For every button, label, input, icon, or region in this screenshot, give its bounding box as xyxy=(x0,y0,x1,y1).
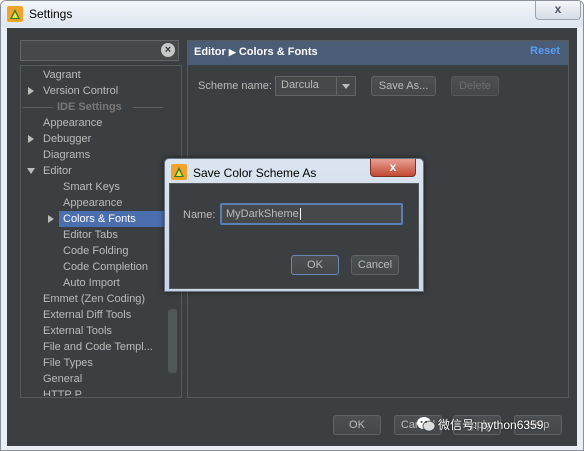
tree-item-general[interactable]: General xyxy=(43,371,82,387)
reset-link[interactable]: Reset xyxy=(530,45,560,57)
dialog-cancel-button[interactable]: Cancel xyxy=(351,255,399,275)
expand-arrow-icon[interactable] xyxy=(28,87,34,95)
breadcrumb: Editor ▶ Colors & Fonts xyxy=(194,46,318,58)
window-title: Settings xyxy=(29,7,73,21)
watermark-text: 微信号: python6359 xyxy=(438,418,544,432)
breadcrumb-current: Colors & Fonts xyxy=(238,46,318,58)
tree-scrollbar[interactable] xyxy=(168,309,177,373)
window-close-button[interactable]: x xyxy=(535,1,581,20)
save-as-button[interactable]: Save As... xyxy=(371,76,436,96)
tree-item-auto-import[interactable]: Auto Import xyxy=(63,275,120,291)
wechat-logo-icon xyxy=(417,417,436,432)
scheme-name-select[interactable]: Darcula xyxy=(275,76,356,96)
settings-search-input[interactable]: × xyxy=(20,40,179,61)
tree-item-diagrams[interactable]: Diagrams xyxy=(43,147,90,163)
section-divider xyxy=(23,107,53,108)
tree-item-colors-fonts[interactable]: Colors & Fonts xyxy=(59,211,167,227)
tree-item-version-control[interactable]: Version Control xyxy=(43,83,118,99)
breadcrumb-arrow-icon: ▶ xyxy=(228,47,236,57)
tree-item-appearance[interactable]: Appearance xyxy=(43,115,102,131)
app-logo-icon xyxy=(7,6,23,22)
dialog-ok-button[interactable]: OK xyxy=(291,255,339,275)
dialog-title: Save Color Scheme As xyxy=(193,166,317,180)
settings-tree: Vagrant Version Control IDE Settings App… xyxy=(20,65,182,398)
chevron-down-icon xyxy=(342,84,350,89)
tree-item-vagrant[interactable]: Vagrant xyxy=(43,67,81,83)
tree-item-http-proxy[interactable]: HTTP P... xyxy=(43,387,90,396)
collapse-arrow-icon[interactable] xyxy=(27,168,35,174)
tree-item-external-tools[interactable]: External Tools xyxy=(43,323,112,339)
scheme-name-value: Darcula xyxy=(281,79,319,91)
tree-item-editor-tabs[interactable]: Editor Tabs xyxy=(63,227,118,243)
tree-item-file-code-templates[interactable]: File and Code Templ... xyxy=(43,339,153,355)
expand-arrow-icon[interactable] xyxy=(28,135,34,143)
text-caret xyxy=(299,208,301,221)
name-input-text: MyDarkSheme xyxy=(226,208,299,220)
tree-item-code-completion[interactable]: Code Completion xyxy=(63,259,148,275)
tree-item-editor-appearance[interactable]: Appearance xyxy=(63,195,122,211)
scheme-name-input[interactable]: MyDarkSheme xyxy=(220,203,403,225)
name-input-value: MyDarkSheme xyxy=(226,208,301,221)
delete-button: Delete xyxy=(451,76,499,96)
dialog-close-button[interactable]: x xyxy=(370,159,416,177)
panel-header: Editor ▶ Colors & Fonts Reset xyxy=(188,41,568,65)
combo-separator xyxy=(336,77,337,95)
tree-item-smart-keys[interactable]: Smart Keys xyxy=(63,179,120,195)
save-color-scheme-dialog: Save Color Scheme As x Name: MyDarkSheme… xyxy=(164,158,424,292)
title-bar: Settings x xyxy=(1,1,583,27)
tree-item-emmet[interactable]: Emmet (Zen Coding) xyxy=(43,291,145,307)
tree-item-external-diff-tools[interactable]: External Diff Tools xyxy=(43,307,131,323)
section-divider xyxy=(133,107,163,108)
dialog-body: Name: MyDarkSheme OK Cancel xyxy=(169,183,419,289)
clear-icon[interactable]: × xyxy=(161,43,175,57)
scheme-name-label: Scheme name: xyxy=(198,80,272,92)
name-label: Name: xyxy=(183,209,216,221)
tree-item-file-types[interactable]: File Types xyxy=(43,355,93,371)
tree-item-debugger[interactable]: Debugger xyxy=(43,131,91,147)
breadcrumb-parent: Editor xyxy=(194,46,226,58)
expand-arrow-icon[interactable] xyxy=(48,215,54,223)
tree-item-editor[interactable]: Editor xyxy=(43,163,72,179)
app-logo-icon xyxy=(171,164,187,180)
ok-button[interactable]: OK xyxy=(333,415,381,435)
tree-item-code-folding[interactable]: Code Folding xyxy=(63,243,128,259)
section-header-ide-settings: IDE Settings xyxy=(57,101,122,113)
